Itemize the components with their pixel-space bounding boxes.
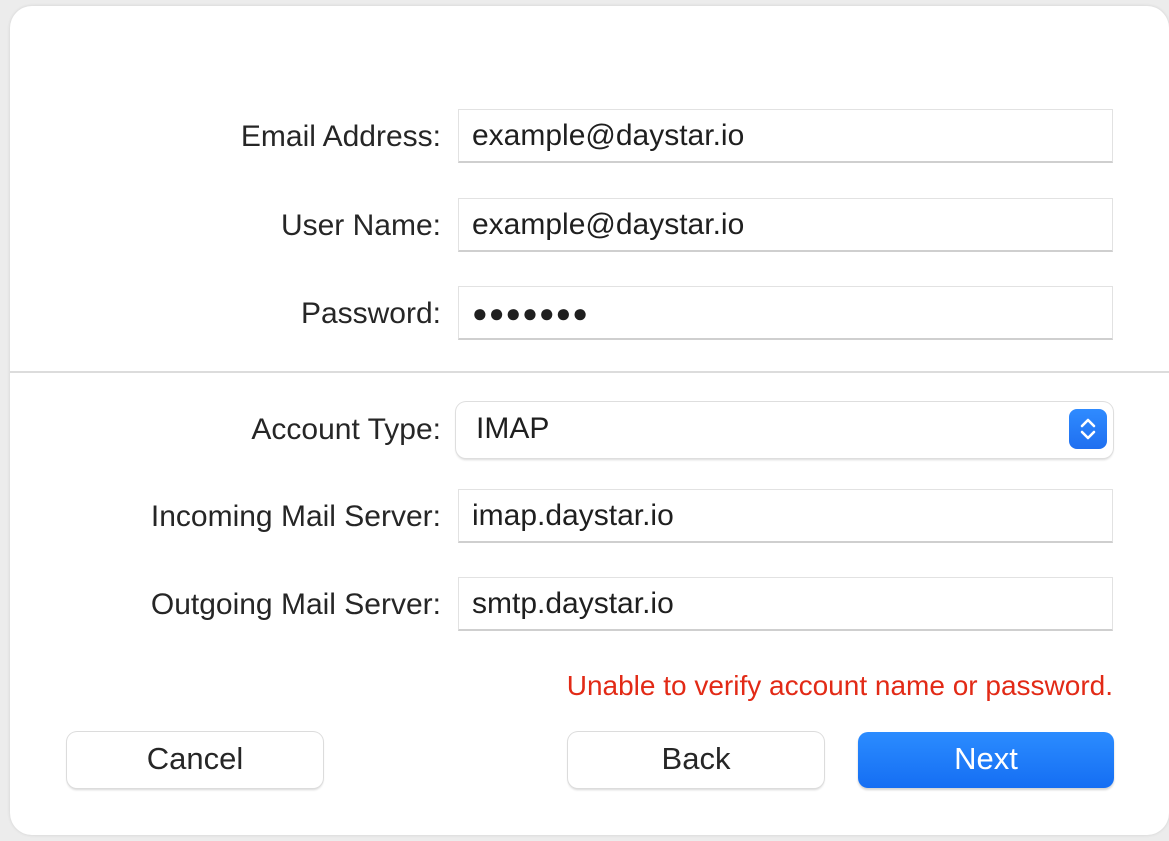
- password-row: Password: ●●●●●●●: [10, 286, 1169, 342]
- username-label: User Name:: [280, 209, 441, 242]
- account-type-row: Account Type: IMAP: [10, 402, 1169, 458]
- account-type-label: Account Type:: [251, 413, 441, 446]
- incoming-server-field[interactable]: imap.daystar.io: [458, 489, 1113, 543]
- outgoing-server-field[interactable]: smtp.daystar.io: [458, 577, 1113, 631]
- username-field[interactable]: example@daystar.io: [458, 198, 1113, 252]
- error-message: Unable to verify account name or passwor…: [566, 670, 1113, 701]
- chevron-up-down-icon[interactable]: [1069, 409, 1107, 449]
- back-button[interactable]: Back: [568, 732, 824, 788]
- outgoing-server-row: Outgoing Mail Server: smtp.daystar.io: [10, 577, 1169, 633]
- email-field[interactable]: example@daystar.io: [458, 109, 1113, 163]
- password-label: Password:: [300, 297, 441, 330]
- account-setup-dialog: Email Address: example@daystar.io User N…: [10, 6, 1169, 835]
- username-row: User Name: example@daystar.io: [10, 198, 1169, 254]
- outgoing-server-label: Outgoing Mail Server:: [150, 588, 441, 621]
- account-type-select[interactable]: IMAP: [456, 402, 1113, 458]
- email-row: Email Address: example@daystar.io: [10, 109, 1169, 165]
- password-field[interactable]: ●●●●●●●: [458, 286, 1113, 340]
- section-divider: [10, 371, 1169, 373]
- account-type-value: IMAP: [476, 412, 550, 445]
- incoming-server-row: Incoming Mail Server: imap.daystar.io: [10, 489, 1169, 545]
- next-button[interactable]: Next: [858, 732, 1114, 788]
- cancel-button[interactable]: Cancel: [67, 732, 323, 788]
- incoming-server-label: Incoming Mail Server:: [150, 500, 441, 533]
- email-label: Email Address:: [240, 120, 441, 153]
